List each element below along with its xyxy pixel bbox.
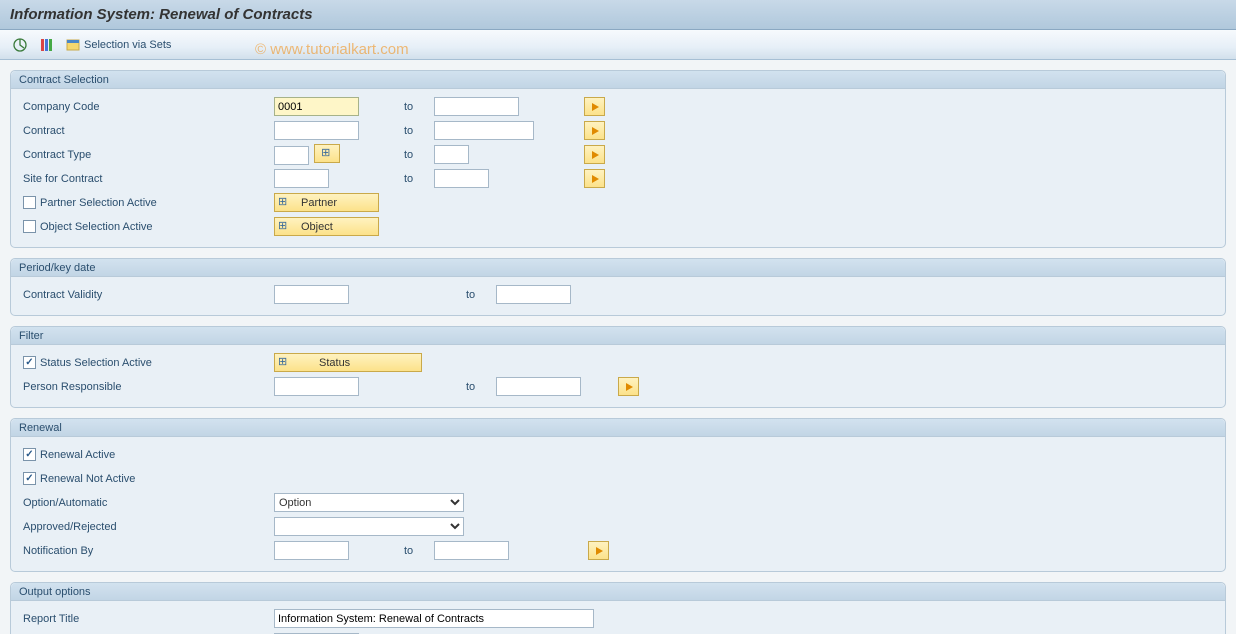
notification-to[interactable] [434, 541, 509, 560]
object-button-label: Object [301, 221, 333, 233]
group-header: Filter [11, 327, 1225, 345]
sets-icon [66, 38, 80, 52]
group-period: Period/key date Contract Validity to [10, 258, 1226, 316]
arrow-right-icon [592, 151, 599, 159]
group-renewal: Renewal Renewal Active Renewal Not Activ… [10, 418, 1226, 572]
to-label: to [466, 381, 496, 393]
status-selection-label: Status Selection Active [40, 357, 152, 369]
object-selection-label: Object Selection Active [40, 221, 153, 233]
option-auto-label: Option/Automatic [19, 497, 274, 509]
arrow-right-icon [626, 383, 633, 391]
status-button-label: Status [319, 357, 350, 369]
object-selection-checkbox[interactable] [23, 220, 36, 233]
report-title-input[interactable] [274, 609, 594, 628]
arrow-right-icon [592, 103, 599, 111]
group-contract-selection: Contract Selection Company Code to Contr… [10, 70, 1226, 248]
contract-label: Contract [19, 125, 274, 137]
person-more-button[interactable] [618, 377, 639, 396]
expand-icon [279, 358, 289, 368]
company-code-more-button[interactable] [584, 97, 605, 116]
partner-button[interactable]: Partner [274, 193, 379, 212]
group-filter: Filter Status Selection Active Status Pe… [10, 326, 1226, 408]
group-header: Period/key date [11, 259, 1225, 277]
contract-type-label: Contract Type [19, 149, 274, 161]
company-code-to[interactable] [434, 97, 519, 116]
renewal-active-checkbox[interactable] [23, 448, 36, 461]
contract-type-from[interactable] [274, 146, 309, 165]
to-label: to [404, 101, 434, 113]
status-selection-checkbox[interactable] [23, 356, 36, 369]
site-to[interactable] [434, 169, 489, 188]
window-title-bar: Information System: Renewal of Contracts [0, 0, 1236, 30]
variant-icon[interactable] [36, 35, 56, 55]
person-label: Person Responsible [19, 381, 274, 393]
person-from[interactable] [274, 377, 359, 396]
contract-from[interactable] [274, 121, 359, 140]
group-output: Output options Report Title Layout [10, 582, 1226, 634]
to-label: to [466, 289, 496, 301]
group-header: Renewal [11, 419, 1225, 437]
option-auto-select[interactable]: Option [274, 493, 464, 512]
notification-label: Notification By [19, 545, 274, 557]
site-from[interactable] [274, 169, 329, 188]
arrow-right-icon [596, 547, 603, 555]
site-label: Site for Contract [19, 173, 274, 185]
site-more-button[interactable] [584, 169, 605, 188]
arrow-right-icon [592, 127, 599, 135]
to-label: to [404, 173, 434, 185]
partner-selection-checkbox[interactable] [23, 196, 36, 209]
group-header: Output options [11, 583, 1225, 601]
report-title-label: Report Title [19, 613, 274, 625]
arrow-right-icon [592, 175, 599, 183]
contract-more-button[interactable] [584, 121, 605, 140]
selection-via-sets-label: Selection via Sets [84, 39, 171, 51]
contract-type-expand-button[interactable] [314, 144, 340, 163]
validity-to[interactable] [496, 285, 571, 304]
renewal-not-active-label: Renewal Not Active [40, 473, 135, 485]
approved-select[interactable] [274, 517, 464, 536]
selection-screen: Contract Selection Company Code to Contr… [0, 60, 1236, 634]
selection-via-sets-button[interactable]: Selection via Sets [62, 36, 175, 54]
expand-icon [279, 198, 289, 208]
expand-icon [279, 222, 289, 232]
validity-from[interactable] [274, 285, 349, 304]
execute-icon[interactable] [10, 35, 30, 55]
to-label: to [404, 149, 434, 161]
partner-button-label: Partner [301, 197, 337, 209]
company-code-from[interactable] [274, 97, 359, 116]
partner-selection-label: Partner Selection Active [40, 197, 157, 209]
contract-to[interactable] [434, 121, 534, 140]
approved-label: Approved/Rejected [19, 521, 274, 533]
contract-type-more-button[interactable] [584, 145, 605, 164]
notification-from[interactable] [274, 541, 349, 560]
application-toolbar: Selection via Sets [0, 30, 1236, 60]
object-button[interactable]: Object [274, 217, 379, 236]
renewal-not-active-checkbox[interactable] [23, 472, 36, 485]
company-code-label: Company Code [19, 101, 274, 113]
renewal-active-label: Renewal Active [40, 449, 115, 461]
to-label: to [404, 545, 434, 557]
group-header: Contract Selection [11, 71, 1225, 89]
to-label: to [404, 125, 434, 137]
window-title: Information System: Renewal of Contracts [10, 6, 313, 23]
expand-icon [322, 149, 332, 159]
person-to[interactable] [496, 377, 581, 396]
contract-type-to[interactable] [434, 145, 469, 164]
validity-label: Contract Validity [19, 289, 274, 301]
notification-more-button[interactable] [588, 541, 609, 560]
status-button[interactable]: Status [274, 353, 422, 372]
